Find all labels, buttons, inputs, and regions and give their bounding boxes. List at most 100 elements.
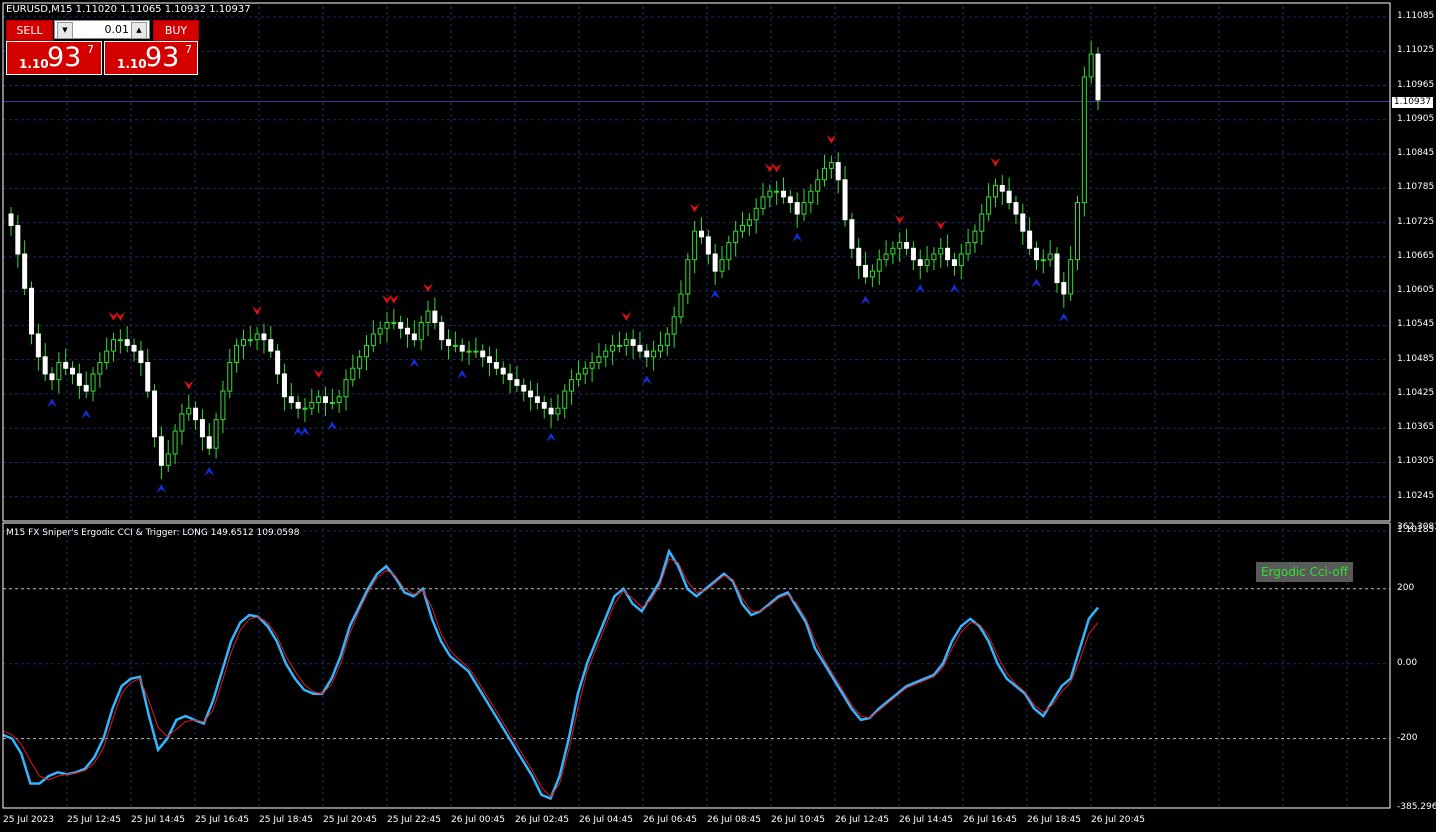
indicator-title: M15 FX Sniper's Ergodic CCI & Trigger: L…: [6, 528, 300, 538]
sell-signal-arrow: [313, 368, 324, 378]
candle-body: [822, 167, 828, 181]
candle-body: [938, 247, 944, 255]
candle-body: [377, 327, 383, 335]
time-axis-tick: 25 Jul 12:45: [67, 815, 121, 825]
candle-body: [90, 373, 96, 392]
buy-signal-arrow: [1058, 312, 1069, 322]
candle-body: [152, 390, 158, 438]
candle-body: [254, 333, 260, 341]
lot-increase-icon[interactable]: ▲: [131, 22, 147, 39]
time-axis-tick: 25 Jul 2023: [3, 815, 54, 825]
candle-body: [473, 350, 479, 353]
candle-body: [425, 310, 431, 324]
sell-price-button[interactable]: 1.10 93 7: [6, 41, 102, 75]
candle-body: [801, 202, 807, 215]
candle-body: [760, 196, 766, 209]
candle-body: [767, 190, 773, 198]
candle-body: [664, 333, 670, 346]
candle-body: [186, 407, 192, 415]
candle-body: [904, 242, 910, 249]
candle-body: [787, 196, 793, 204]
candle-body: [193, 407, 199, 421]
candle-body: [575, 373, 581, 381]
price-axis-tick: 1.10905: [1397, 113, 1435, 124]
candle-body: [712, 253, 718, 272]
candle-body: [945, 247, 951, 261]
indicator-axis-tick: -200: [1397, 732, 1418, 743]
candle-body: [555, 407, 561, 415]
indicator-axis-tick: 200: [1397, 582, 1415, 593]
candle-body: [883, 253, 889, 261]
candle-body: [15, 224, 21, 255]
candle-body: [480, 350, 486, 358]
candle-body: [247, 339, 253, 342]
time-axis-tick: 26 Jul 10:45: [771, 815, 825, 825]
candle-body: [726, 242, 732, 261]
candle-body: [986, 196, 992, 215]
candle-body: [1047, 253, 1053, 261]
candle-body: [295, 402, 301, 409]
candle-body: [781, 190, 787, 198]
candle-body: [1006, 190, 1012, 204]
buy-signal-arrow: [860, 295, 871, 305]
candle-body: [165, 453, 171, 466]
candle-body: [897, 242, 903, 249]
candle-body: [692, 230, 698, 261]
candle-body: [76, 373, 82, 386]
buy-price-fraction: 7: [185, 43, 192, 56]
candle-body: [398, 322, 404, 329]
buy-price-button[interactable]: 1.10 93 7: [104, 41, 198, 75]
candle-body: [309, 402, 315, 409]
candlestick-series: [8, 40, 1101, 480]
sell-button[interactable]: SELL: [6, 20, 53, 41]
sell-signal-arrow: [115, 311, 126, 321]
lot-size-stepper[interactable]: ▼ ▲: [54, 20, 150, 39]
sell-signal-arrow: [689, 203, 700, 213]
price-axis-tick: 1.10605: [1397, 285, 1435, 296]
candle-body: [1068, 259, 1074, 295]
candle-body: [329, 402, 335, 404]
candle-body: [1074, 202, 1080, 261]
candle-body: [507, 373, 513, 381]
candle-body: [466, 350, 472, 353]
price-axis-tick: 1.10485: [1397, 353, 1435, 364]
time-axis-tick: 26 Jul 20:45: [1091, 815, 1145, 825]
sell-signal-arrow: [183, 380, 194, 390]
time-axis-tick: 26 Jul 00:45: [451, 815, 505, 825]
buy-button[interactable]: BUY: [153, 20, 199, 41]
candle-body: [740, 224, 746, 232]
candle-body: [623, 339, 629, 346]
buy-signal-arrow: [1031, 278, 1042, 288]
ergodic-cci-toggle-button[interactable]: Ergodic Cci-off: [1256, 562, 1353, 582]
sell-price-prefix: 1.10: [19, 57, 49, 71]
candle-body: [493, 362, 499, 369]
candle-body: [8, 213, 14, 226]
price-axis-tick: 1.10785: [1397, 182, 1435, 193]
time-axis-tick: 25 Jul 14:45: [131, 815, 185, 825]
candle-body: [958, 253, 964, 266]
price-axis-tick: 1.10965: [1397, 79, 1435, 90]
price-axis-tick: 1.11025: [1397, 45, 1435, 56]
lot-decrease-icon[interactable]: ▼: [57, 22, 73, 39]
candle-body: [849, 219, 855, 249]
candle-body: [644, 350, 650, 358]
candle-body: [124, 339, 130, 346]
candle-body: [350, 367, 356, 381]
trigger-line: [2, 558, 1099, 798]
lot-size-input[interactable]: [73, 22, 129, 37]
sell-signal-arrow: [388, 294, 399, 304]
candle-body: [999, 184, 1005, 192]
chart-canvas[interactable]: [0, 0, 1436, 832]
candle-body: [842, 179, 848, 221]
candle-body: [719, 259, 725, 272]
candle-body: [808, 190, 814, 204]
candle-body: [42, 356, 48, 375]
price-axis-tick: 1.10545: [1397, 319, 1435, 330]
candle-body: [1033, 247, 1039, 261]
candle-body: [992, 184, 998, 198]
candle-body: [979, 213, 985, 232]
buy-signal-arrow: [949, 284, 960, 294]
candle-body: [487, 356, 493, 364]
candle-body: [630, 339, 636, 346]
candle-body: [83, 384, 89, 392]
